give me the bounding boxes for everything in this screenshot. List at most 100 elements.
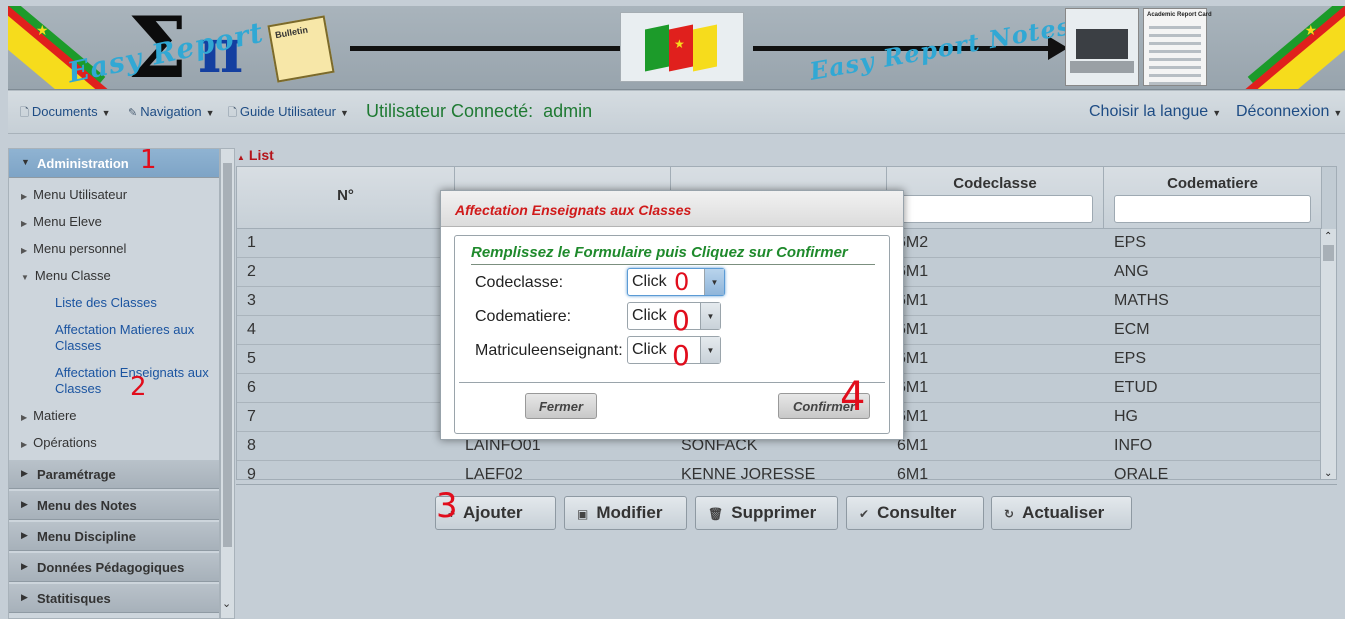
table-cell: 4 <box>247 321 256 338</box>
caret-down-icon: ▼ <box>339 108 349 118</box>
codematiere-combobox[interactable]: Click ▼ <box>627 302 721 330</box>
caret-down-icon: ▼ <box>1333 108 1343 118</box>
table-cell: 5 <box>247 350 256 367</box>
check-icon: ✔ <box>859 507 870 521</box>
codematiere-filter-input[interactable] <box>1114 195 1311 223</box>
supprimer-button[interactable]: 🗑 Supprimer <box>695 496 838 530</box>
accordion-label: Menu des Notes <box>37 498 137 513</box>
grid-scrollbar[interactable]: ⌃ ⌄ <box>1320 229 1336 479</box>
sidebar-item-label: Menu Classe <box>34 268 111 283</box>
table-cell: ANG <box>1114 263 1149 280</box>
codematiere-value: Click <box>632 307 667 324</box>
menu-documents[interactable]: 🗋 Documents ▼ <box>20 104 111 123</box>
sidebar-scrollbar[interactable]: ⌄ <box>220 148 235 619</box>
consulter-button[interactable]: ✔ Consulter <box>846 496 984 530</box>
accordion-label: Paramétrage <box>37 467 116 482</box>
modifier-button[interactable]: ▣ Modifier <box>564 496 687 530</box>
caret-down-icon: ▼ <box>1212 108 1222 118</box>
list-panel-title: ▲ List <box>237 147 274 163</box>
sidebar-link-affectation-enseignants[interactable]: Affectation Enseignats aux Classes <box>55 365 215 397</box>
star-icon: ★ <box>1304 22 1317 38</box>
accordion-menu-discipline[interactable]: ▶ Menu Discipline <box>9 522 219 551</box>
connected-user: Utilisateur Connecté: admin <box>366 101 592 122</box>
confirmer-button[interactable]: Confirmer <box>778 393 870 419</box>
flag-corner-right: ★ <box>1245 6 1345 89</box>
triangle-down-icon: ▼ <box>21 157 30 167</box>
sidebar-item-menu-utilisateur[interactable]: ▶ Menu Utilisateur <box>21 187 127 202</box>
sidebar-link-affectation-matieres[interactable]: Affectation Matieres aux Classes <box>55 322 215 354</box>
refresh-icon: ↻ <box>1004 507 1015 521</box>
sidebar-link-liste-classes[interactable]: Liste des Classes <box>55 295 215 311</box>
fermer-button[interactable]: Fermer <box>525 393 597 419</box>
chevron-down-icon[interactable]: ▼ <box>700 337 720 363</box>
table-cell: ORALE <box>1114 466 1169 480</box>
sidebar-item-operations[interactable]: ▶ Opérations <box>21 435 97 450</box>
table-cell: HG <box>1114 408 1138 425</box>
codeclasse-combobox[interactable]: Click ▼ <box>627 268 725 296</box>
connected-user-name: admin <box>543 101 593 121</box>
table-cell: ECM <box>1114 321 1150 338</box>
column-header-codeclasse[interactable]: Codeclasse <box>887 167 1104 229</box>
actualiser-button[interactable]: ↻ Actualiser <box>991 496 1132 530</box>
triangle-right-icon: ▶ <box>21 413 28 422</box>
sidebar-item-matiere[interactable]: ▶ Matiere <box>21 408 77 423</box>
triangle-down-icon: ▼ <box>21 273 29 282</box>
consulter-label: Consulter <box>877 503 957 522</box>
scrollbar-thumb[interactable] <box>223 163 232 547</box>
menu-language[interactable]: Choisir la langue ▼ <box>1089 103 1221 121</box>
table-cell: 3 <box>247 292 256 309</box>
document-icon: 🗋 <box>20 107 29 119</box>
triangle-down-icon: ▲ <box>237 153 245 162</box>
sidebar-item-menu-classe[interactable]: ▼ Menu Classe <box>21 268 111 283</box>
menu-logout[interactable]: Déconnexion ▼ <box>1236 103 1342 121</box>
dialog-title[interactable]: Affectation Enseignats aux Classes <box>441 191 903 227</box>
table-cell: LAEF02 <box>465 466 523 480</box>
chevron-down-icon[interactable]: ▼ <box>704 269 724 295</box>
ajouter-button[interactable]: + Ajouter <box>435 496 556 530</box>
codematiere-label: Codematiere: <box>475 308 572 325</box>
matricule-value: Click <box>632 341 667 358</box>
menu-guide[interactable]: 🗋 Guide Utilisateur ▼ <box>228 104 349 123</box>
table-cell: EPS <box>1114 234 1147 251</box>
triangle-right-icon: ▶ <box>21 246 28 255</box>
document-icon: 🗋 <box>228 107 237 119</box>
chevron-down-icon[interactable]: ▼ <box>700 303 720 329</box>
scrollbar-thumb[interactable] <box>1323 245 1334 261</box>
chevron-up-icon[interactable]: ⌃ <box>1324 231 1332 242</box>
dialog-form-fieldset: Remplissez le Formulaire puis Cliquez su… <box>454 235 890 434</box>
menu-logout-label: Déconnexion <box>1236 103 1330 120</box>
sidebar-item-label: Menu Utilisateur <box>33 187 128 202</box>
sidebar-item-label: Menu Eleve <box>33 214 102 229</box>
bulletin-label: Bulletin <box>274 24 309 41</box>
sidebar-item-menu-personnel[interactable]: ▶ Menu personnel <box>21 241 126 256</box>
menu-language-label: Choisir la langue <box>1089 103 1209 120</box>
codeclasse-value: Click <box>632 273 667 290</box>
column-header-label: Codematiere <box>1167 175 1258 192</box>
accordion-administration[interactable]: ▼ Administration <box>9 149 219 178</box>
chevron-down-icon[interactable]: ⌄ <box>222 597 231 610</box>
accordion-menu-notes[interactable]: ▶ Menu des Notes <box>9 491 219 520</box>
column-header-codematiere[interactable]: Codematiere <box>1104 167 1322 229</box>
sidebar-item-menu-eleve[interactable]: ▶ Menu Eleve <box>21 214 102 229</box>
codeclasse-label: Codeclasse: <box>475 274 564 291</box>
accordion-donnees-pedagogiques[interactable]: ▶ Données Pédagogiques <box>9 553 219 582</box>
matricule-combobox[interactable]: Click ▼ <box>627 336 721 364</box>
table-row[interactable]: 9 LAEF02 KENNE JORESSE 6M1 ORALE <box>237 461 1322 480</box>
triangle-right-icon: ▶ <box>21 499 28 509</box>
actualiser-label: Actualiser <box>1022 503 1105 522</box>
star-icon: ★ <box>36 22 49 38</box>
accordion-statistiques[interactable]: ▶ Statitisques <box>9 584 219 613</box>
dialog-divider <box>459 382 885 383</box>
column-header-number[interactable]: N° <box>237 167 455 229</box>
chevron-down-icon[interactable]: ⌄ <box>1324 468 1332 479</box>
table-cell: INFO <box>1114 437 1153 454</box>
accordion-parametrage[interactable]: ▶ Paramétrage <box>9 460 219 489</box>
header-banner: ★ Σ π Easy Report Bulletin ★ Easy Report… <box>8 6 1345 90</box>
triangle-right-icon: ▶ <box>21 561 28 571</box>
table-cell: 9 <box>247 466 256 480</box>
pencil-icon: ✎ <box>128 107 138 119</box>
table-cell: 6 <box>247 379 256 396</box>
table-cell: EPS <box>1114 350 1147 367</box>
menu-navigation[interactable]: ✎ Navigation ▼ <box>128 104 215 119</box>
codeclasse-filter-input[interactable] <box>897 195 1093 223</box>
